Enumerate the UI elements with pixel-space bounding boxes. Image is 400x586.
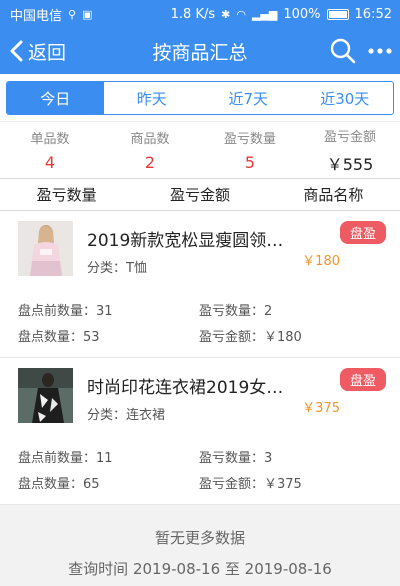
- summary-value: ￥555: [326, 154, 374, 174]
- query-time-text: 查询时间 2019-08-16 至 2019-08-16: [68, 560, 332, 578]
- sort-header: 盈亏数量 盈亏金额 商品名称: [0, 178, 400, 211]
- summary-item: 商品数 2: [100, 122, 200, 178]
- back-label: 返回: [28, 41, 67, 64]
- list-footer: 暂无更多数据 查询时间 2019-08-16 至 2019-08-16: [0, 505, 400, 579]
- tab-last-7-days[interactable]: 近7天: [200, 82, 297, 114]
- summary-panel: 单品数 4 商品数 2 盈亏数量 5 盈亏金额 ￥555: [0, 121, 400, 178]
- diff-amount: 盈亏金额：￥375: [199, 477, 302, 492]
- chevron-left-icon: [10, 40, 23, 62]
- more-icon[interactable]: [368, 47, 392, 55]
- before-qty: 盘点前数量：31: [18, 304, 113, 319]
- battery-percent: 100%: [283, 6, 321, 22]
- battery-icon: [326, 8, 349, 20]
- product-price: ￥375: [302, 401, 340, 416]
- diff-qty: 盈亏数量：3: [199, 451, 273, 466]
- count-qty: 盘点数量：53: [18, 330, 100, 345]
- product-image: [18, 368, 73, 423]
- no-more-data-text: 暂无更多数据: [154, 529, 245, 547]
- summary-label: 商品数: [130, 132, 170, 147]
- summary-label: 盈亏金额: [323, 129, 376, 145]
- summary-value: 2: [144, 153, 156, 172]
- summary-label: 盈亏数量: [223, 132, 276, 147]
- summary-item: 盈亏数量 5: [200, 122, 300, 178]
- diff-amount: 盈亏金额：￥180: [199, 330, 302, 345]
- date-range-tabs: 今日 昨天 近7天 近30天: [0, 74, 400, 121]
- summary-value: 5: [244, 153, 256, 172]
- tab-last-30-days[interactable]: 近30天: [297, 82, 394, 114]
- before-qty: 盘点前数量：11: [18, 451, 113, 466]
- product-category: 分类：连衣裙: [87, 408, 166, 423]
- network-speed: 1.8 K/s: [170, 6, 216, 22]
- back-button[interactable]: 返回: [8, 38, 66, 65]
- notification-icon: ▣: [82, 7, 93, 21]
- carrier-label: 中国电信: [10, 8, 63, 24]
- nav-bar: 返回 按商品汇总: [0, 28, 400, 74]
- count-qty: 盘点数量：65: [18, 477, 100, 492]
- status-badge: 盘盈: [339, 368, 386, 391]
- tab-today[interactable]: 今日: [7, 82, 104, 114]
- status-badge: 盘盈: [339, 221, 386, 244]
- clock: 16:52: [354, 6, 392, 22]
- summary-value: 4: [44, 153, 56, 172]
- status-bar: 中国电信 ⚲ ▣ 1.8 K/s ✱ ◠ ▂▄▆ 100% 16:52: [0, 0, 400, 28]
- search-icon[interactable]: [330, 38, 356, 64]
- header-diff-amount[interactable]: 盈亏金额: [133, 184, 266, 205]
- product-card[interactable]: 2019新款宽松显瘦圆领… 分类：T恤 盘盈 ￥180 盘点前数量：31 盈亏数…: [0, 211, 400, 358]
- usb-icon: ⚲: [68, 7, 77, 21]
- summary-item: 盈亏金额 ￥555: [300, 122, 400, 178]
- product-price: ￥180: [302, 254, 340, 269]
- diff-qty: 盈亏数量：2: [199, 304, 273, 319]
- bluetooth-icon: ✱: [221, 7, 231, 21]
- header-product-name[interactable]: 商品名称: [267, 184, 400, 205]
- product-image: [18, 221, 73, 276]
- wifi-icon: ◠: [236, 7, 246, 21]
- header-diff-qty[interactable]: 盈亏数量: [0, 184, 133, 205]
- product-category: 分类：T恤: [87, 261, 147, 276]
- product-card[interactable]: 时尚印花连衣裙2019女… 分类：连衣裙 盘盈 ￥375 盘点前数量：11 盈亏…: [0, 358, 400, 505]
- summary-item: 单品数 4: [0, 122, 100, 178]
- summary-label: 单品数: [30, 132, 70, 147]
- signal-icon: ▂▄▆: [251, 7, 278, 21]
- tab-yesterday[interactable]: 昨天: [104, 82, 201, 114]
